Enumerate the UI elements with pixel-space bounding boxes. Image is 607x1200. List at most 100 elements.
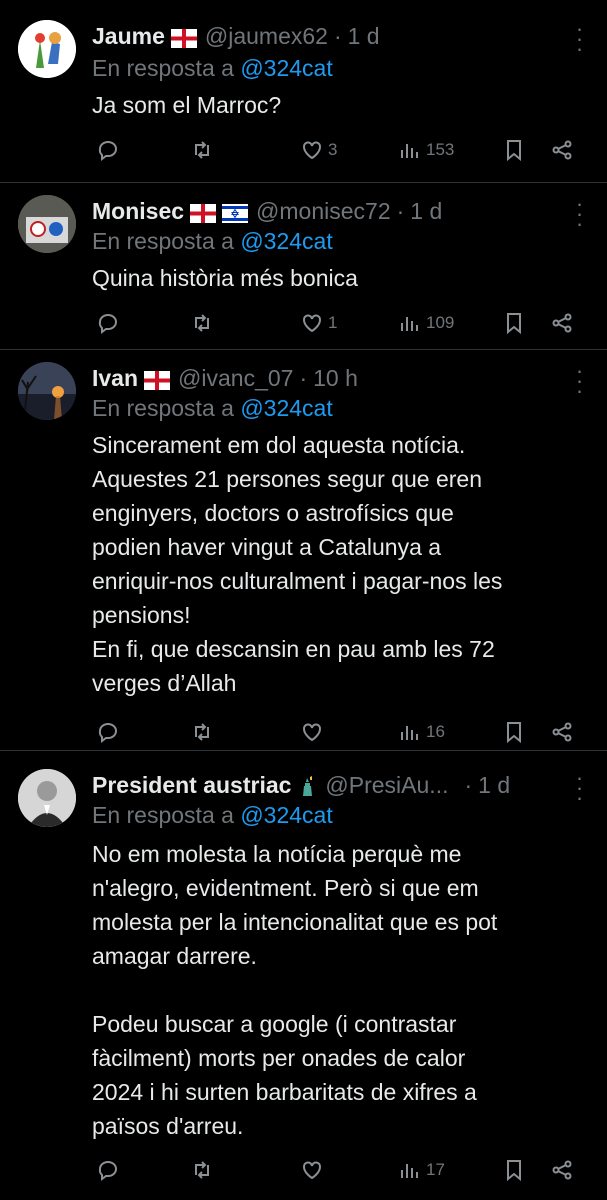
like-button[interactable] <box>300 1155 328 1185</box>
share-icon <box>552 313 572 333</box>
reply-mention-link[interactable]: @324cat <box>240 55 332 81</box>
tweet-text: No em molesta la notícia perquè me n'ale… <box>92 841 498 1139</box>
england-flag-icon <box>190 202 217 223</box>
avatar[interactable] <box>18 195 76 253</box>
timestamp[interactable]: 1 d <box>348 23 380 50</box>
views-icon <box>401 1164 418 1178</box>
tweet-header: Monisec @monisec72 · 1 d <box>92 195 442 227</box>
views-icon <box>401 317 418 331</box>
views-count: 16 <box>426 722 445 741</box>
timestamp[interactable]: 1 d <box>410 198 442 225</box>
views-button[interactable]: 17 <box>398 1155 445 1185</box>
views-icon <box>401 726 418 740</box>
separator-dot: · <box>464 771 473 798</box>
like-icon <box>303 723 321 742</box>
bookmark-button[interactable] <box>502 308 526 338</box>
avatar[interactable] <box>18 769 76 827</box>
reply-icon <box>98 314 117 334</box>
bookmark-icon <box>507 722 521 744</box>
author-handle[interactable]: @monisec72 <box>256 198 391 225</box>
reply-mention-link[interactable]: @324cat <box>240 228 332 254</box>
separator-dot: · <box>299 364 308 391</box>
like-count: 3 <box>328 140 338 159</box>
views-icon <box>401 144 418 158</box>
share-button[interactable] <box>550 135 574 165</box>
views-button[interactable]: 16 <box>398 717 445 747</box>
retweet-icon <box>195 1161 209 1179</box>
timestamp[interactable]: 10 h <box>313 365 358 392</box>
england-flag-icon <box>170 27 197 48</box>
tweet-header: President austriac @PresiAu... · 1 d <box>92 769 510 801</box>
like-button[interactable]: 3 <box>300 135 337 165</box>
tweet-text: Quina història més bonica <box>92 265 358 291</box>
bookmark-button[interactable] <box>502 135 526 165</box>
reply-mention-link[interactable]: @324cat <box>240 802 332 828</box>
reply-prefix: En resposta a <box>92 802 234 828</box>
more-icon[interactable]: · · · <box>573 360 585 402</box>
views-button[interactable]: 153 <box>398 135 454 165</box>
separator-dot: · <box>396 197 405 224</box>
reply-prefix: En resposta a <box>92 395 234 421</box>
reply-context: En resposta a @324cat <box>92 395 333 422</box>
timestamp[interactable]: 1 d <box>478 772 510 799</box>
views-count: 153 <box>426 140 455 159</box>
author-handle[interactable]: @ivanc_07 <box>178 365 293 392</box>
bookmark-icon <box>507 140 521 162</box>
england-flag-icon <box>144 369 171 390</box>
author-handle[interactable]: @jaumex62 <box>205 23 328 50</box>
views-count: 17 <box>426 1160 445 1179</box>
avatar[interactable] <box>18 20 76 78</box>
tweet-1[interactable]: Jaume @jaumex62 · 1 d · · · En resposta a … <box>0 0 607 182</box>
views-button[interactable]: 109 <box>398 308 454 338</box>
avatar[interactable] <box>18 362 76 420</box>
reply-prefix: En resposta a <box>92 228 234 254</box>
bookmark-button[interactable] <box>502 1155 526 1185</box>
like-button[interactable] <box>300 717 328 747</box>
tweet-3[interactable]: Ivan @ivanc_07 · 10 h · · · En resposta a … <box>0 350 607 750</box>
author-name[interactable]: President austriac <box>92 772 291 799</box>
tweet-2[interactable]: Monisec @monisec72 · 1 d · · · En resposta… <box>0 183 607 349</box>
share-icon <box>552 722 572 742</box>
tweet-4[interactable]: President austriac @PresiAu... · 1 d · · ·… <box>0 751 607 1200</box>
israel-flag-icon <box>222 202 249 223</box>
action-bar: 3 153 <box>92 135 585 165</box>
reply-button[interactable] <box>96 1155 120 1185</box>
reply-button[interactable] <box>96 717 120 747</box>
more-icon[interactable]: · · · <box>573 193 585 235</box>
like-icon <box>303 1161 321 1180</box>
like-icon <box>303 141 321 160</box>
bookmark-button[interactable] <box>502 717 526 747</box>
reply-prefix: En resposta a <box>92 55 234 81</box>
reply-button[interactable] <box>96 135 120 165</box>
retweet-button[interactable] <box>190 717 214 747</box>
reply-context: En resposta a @324cat <box>92 228 333 255</box>
tweet-header: Jaume @jaumex62 · 1 d <box>92 20 380 52</box>
reply-button[interactable] <box>96 308 120 338</box>
reply-icon <box>98 141 117 161</box>
reply-context: En resposta a @324cat <box>92 55 333 82</box>
more-icon[interactable]: · · · <box>573 18 585 60</box>
more-icon[interactable]: · · · <box>573 767 585 809</box>
author-name[interactable]: Ivan <box>92 365 138 392</box>
reply-icon <box>98 1161 117 1181</box>
like-icon <box>303 314 321 333</box>
reply-context: En resposta a @324cat <box>92 802 333 829</box>
bookmark-icon <box>507 1160 521 1182</box>
like-button[interactable]: 1 <box>300 308 337 338</box>
retweet-button[interactable] <box>190 308 214 338</box>
share-button[interactable] <box>550 308 574 338</box>
tweet-text: Ja som el Marroc? <box>92 92 282 118</box>
author-name[interactable]: Jaume <box>92 23 165 50</box>
share-button[interactable] <box>550 1155 574 1185</box>
action-bar: 16 <box>92 717 585 747</box>
author-name[interactable]: Monisec <box>92 198 184 225</box>
reply-mention-link[interactable]: @324cat <box>240 395 332 421</box>
action-bar: 17 <box>92 1155 585 1185</box>
bookmark-icon <box>507 313 521 335</box>
author-handle[interactable]: @PresiAu... <box>325 772 448 799</box>
tweet-header: Ivan @ivanc_07 · 10 h <box>92 362 358 394</box>
retweet-button[interactable] <box>190 135 214 165</box>
separator-dot: · <box>333 22 342 49</box>
retweet-button[interactable] <box>190 1155 214 1185</box>
share-button[interactable] <box>550 717 574 747</box>
